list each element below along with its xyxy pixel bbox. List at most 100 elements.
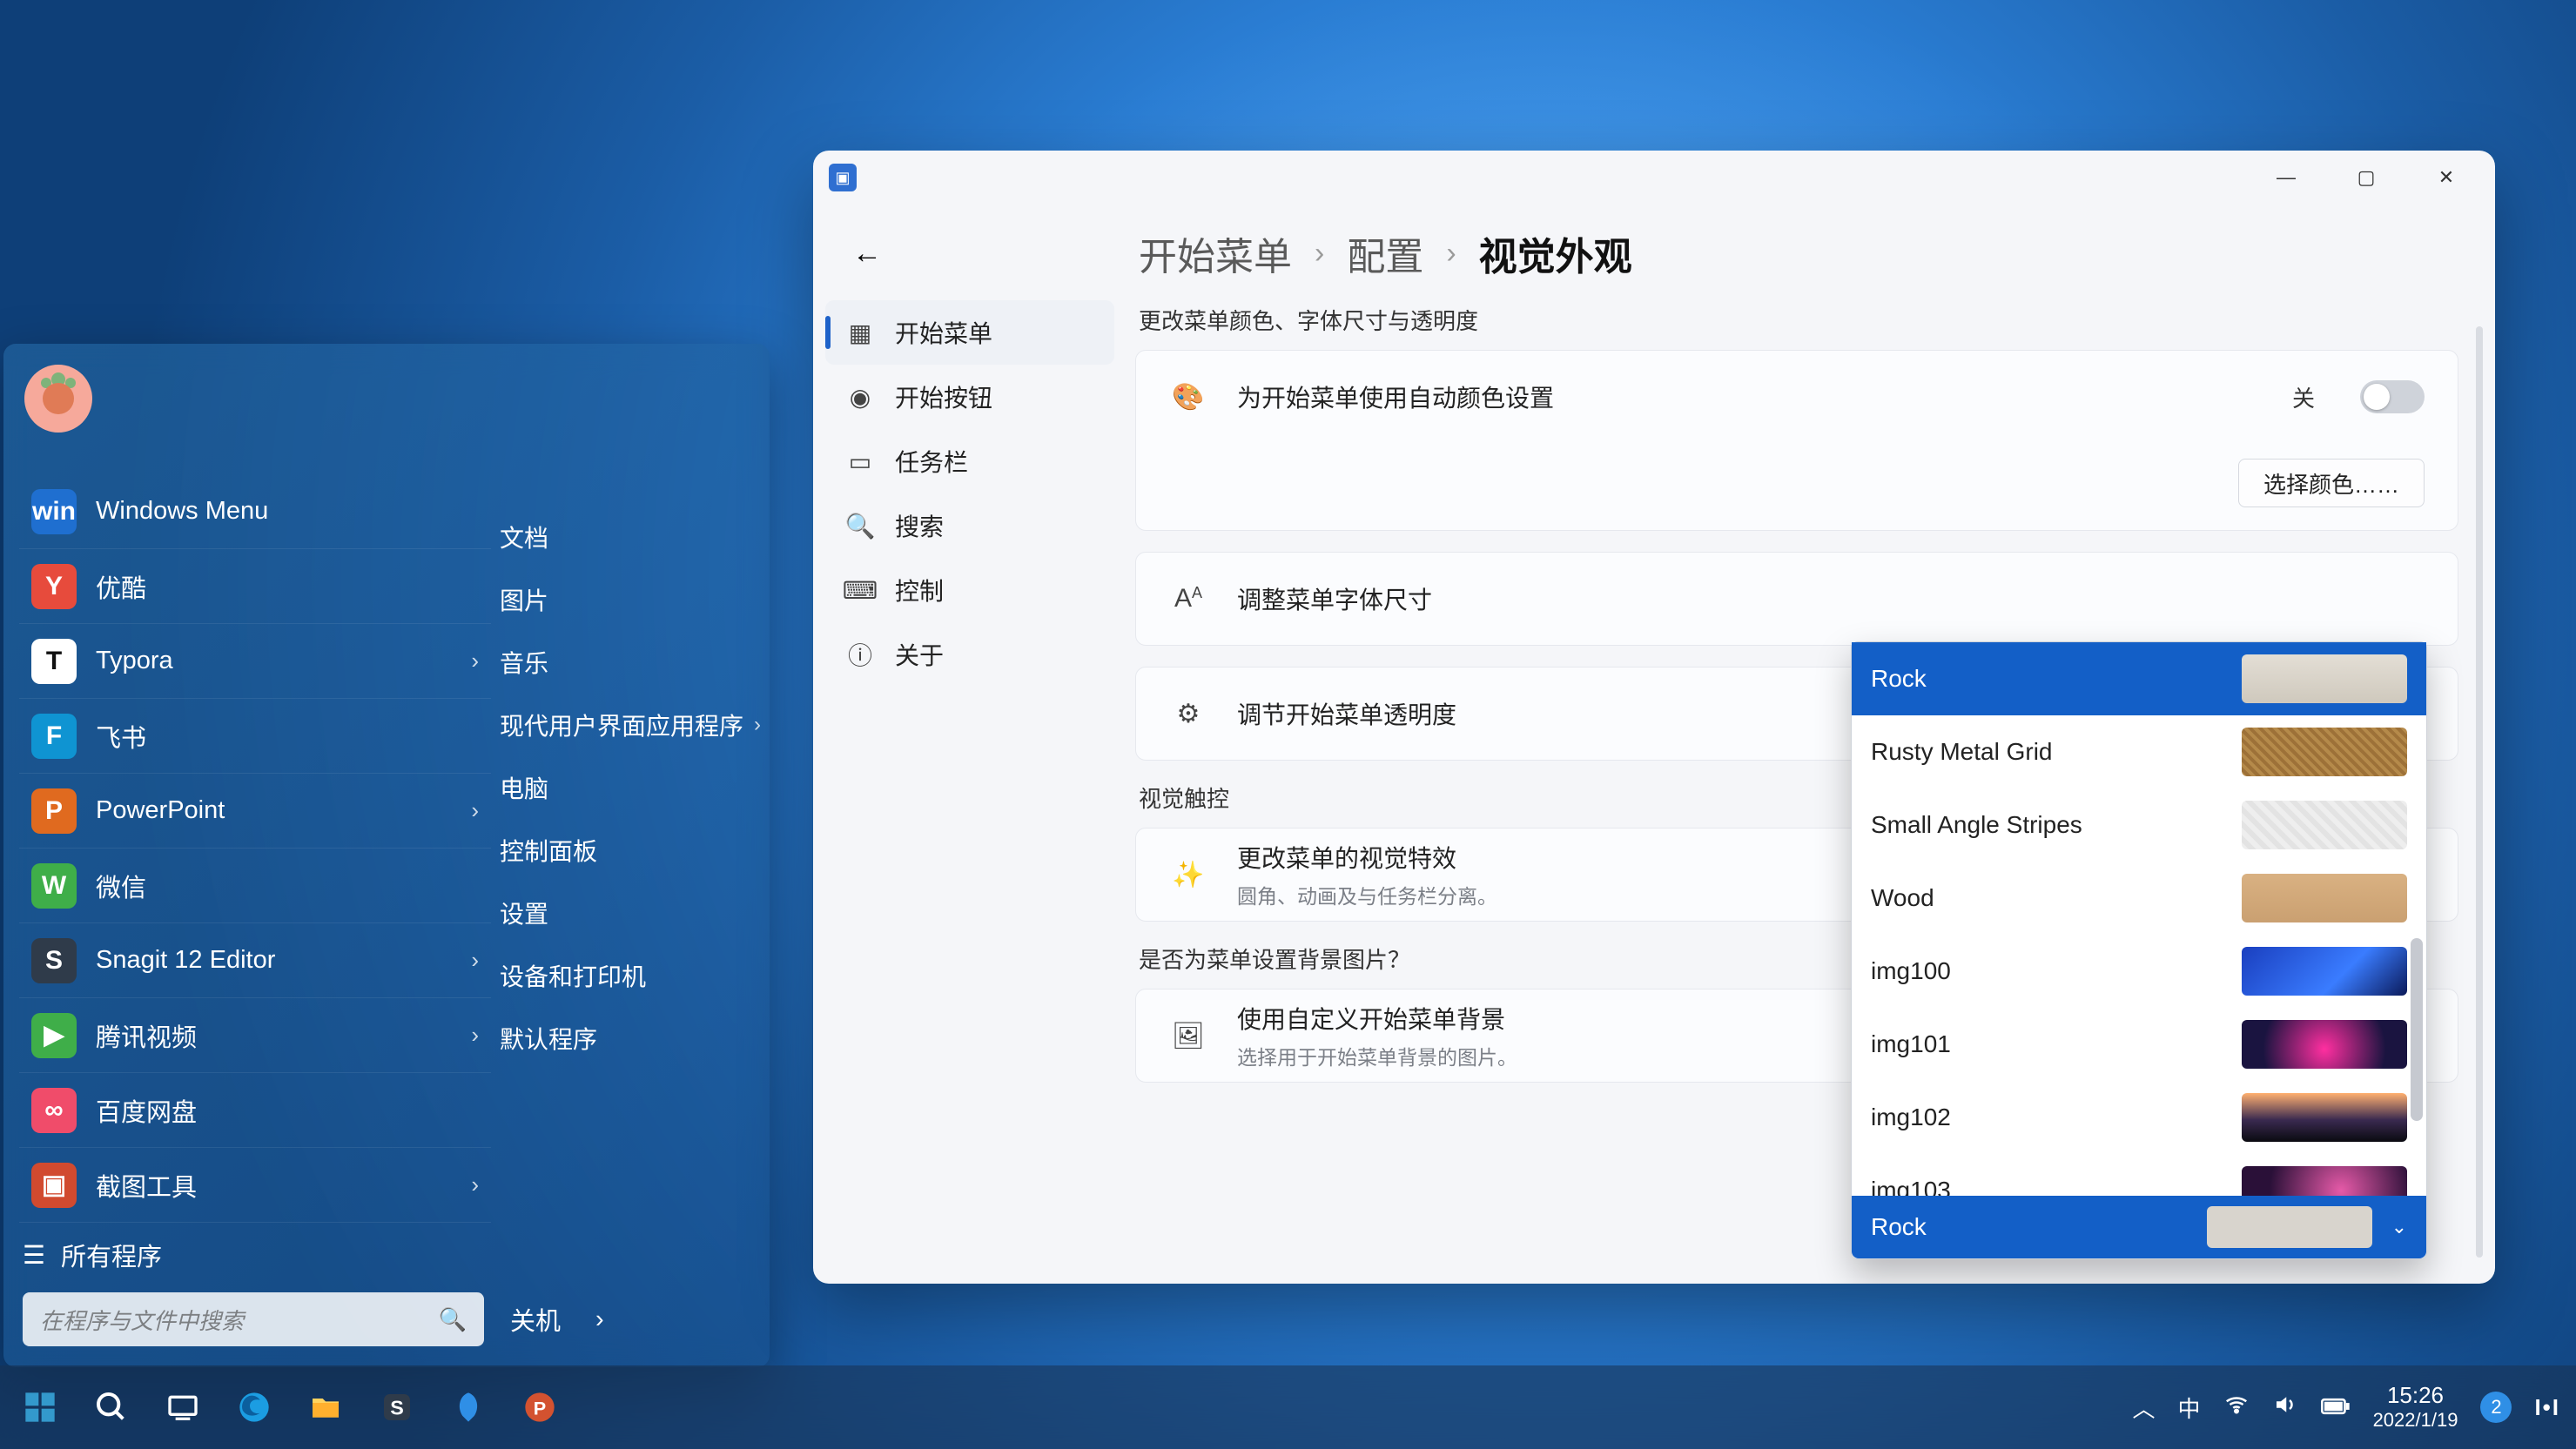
start-app-item[interactable]: PPowerPoint›: [19, 774, 491, 849]
nav-icon: 🔍: [844, 510, 876, 541]
app-icon: W: [31, 863, 77, 909]
taskbar-edge-icon[interactable]: [230, 1383, 279, 1432]
nav-icon: ◉: [844, 381, 876, 413]
taskbar-snagit-icon[interactable]: S: [373, 1383, 421, 1432]
option-label: Wood: [1871, 884, 1934, 912]
power-button[interactable]: 关机 ›: [510, 1292, 604, 1346]
swatch: [2242, 1093, 2407, 1142]
start-app-item[interactable]: ▣截图工具›: [19, 1148, 491, 1223]
dropdown-option[interactable]: Rusty Metal Grid: [1852, 715, 2426, 788]
nav-item[interactable]: ▭任务栏: [825, 429, 1114, 493]
nav-item[interactable]: ⓘ关于: [825, 622, 1114, 687]
auto-color-label: 为开始菜单使用自动颜色设置: [1237, 379, 1554, 414]
nav-label: 开始菜单: [895, 315, 992, 350]
start-app-item[interactable]: ∞百度网盘: [19, 1073, 491, 1148]
dropdown-selected[interactable]: Rock ⌄: [1852, 1196, 2426, 1258]
app-icon: S: [31, 938, 77, 983]
auto-color-toggle[interactable]: [2360, 380, 2425, 413]
battery-icon[interactable]: [2321, 1394, 2351, 1421]
chevron-right-icon: ›: [471, 647, 479, 674]
start-place-item[interactable]: 音乐: [491, 631, 770, 694]
dropdown-option[interactable]: img103: [1852, 1154, 2426, 1196]
start-place-item[interactable]: 图片: [491, 568, 770, 631]
place-label: 设置: [500, 896, 548, 930]
section-title: 更改菜单颜色、字体尺寸与透明度: [1139, 304, 2458, 336]
ime-indicator[interactable]: 中: [2178, 1392, 2201, 1424]
start-place-item[interactable]: 默认程序: [491, 1007, 770, 1070]
scrollbar-thumb[interactable]: [2411, 938, 2423, 1121]
all-programs[interactable]: ☰ 所有程序: [23, 1237, 162, 1273]
wifi-icon[interactable]: [2223, 1392, 2250, 1424]
nav-icon: ▭: [844, 446, 876, 477]
dropdown-option[interactable]: Wood: [1852, 862, 2426, 935]
start-app-item[interactable]: W微信: [19, 849, 491, 923]
swatch: [2242, 801, 2407, 849]
dropdown-option[interactable]: Small Angle Stripes: [1852, 788, 2426, 862]
start-place-item[interactable]: 设备和打印机: [491, 944, 770, 1007]
dropdown-option[interactable]: img100: [1852, 935, 2426, 1008]
tray-chevron-icon[interactable]: ︿: [2133, 1392, 2156, 1424]
taskbar-taskview-icon[interactable]: [158, 1383, 207, 1432]
start-app-item[interactable]: TTypora›: [19, 624, 491, 699]
nav-item[interactable]: ◉ 开始按钮: [825, 365, 1114, 429]
dropdown-option[interactable]: Rock: [1852, 642, 2426, 715]
maximize-button[interactable]: ▢: [2326, 151, 2406, 205]
brand-icon[interactable]: I•I: [2534, 1394, 2560, 1421]
back-button[interactable]: ←: [841, 227, 893, 279]
nav-item[interactable]: ▦开始菜单: [825, 300, 1114, 365]
taskbar-search-icon[interactable]: [87, 1383, 136, 1432]
crumb-config[interactable]: 配置: [1347, 225, 1423, 281]
start-menu-places-column: 文档图片音乐现代用户界面应用程序›电脑控制面板设置设备和打印机默认程序: [491, 474, 770, 1228]
crumb-start[interactable]: 开始菜单: [1139, 225, 1292, 281]
nav-label: 开始按钮: [895, 379, 992, 414]
start-app-item[interactable]: SSnagit 12 Editor›: [19, 923, 491, 998]
date: 2022/1/19: [2373, 1409, 2458, 1431]
power-label: 关机: [510, 1301, 561, 1338]
font-size-icon: AA: [1169, 584, 1207, 614]
clock[interactable]: 15:26 2022/1/19: [2373, 1383, 2458, 1431]
start-app-item[interactable]: ▶腾讯视频›: [19, 998, 491, 1073]
chevron-right-icon: ›: [471, 1171, 479, 1198]
app-label: PowerPoint: [96, 796, 225, 825]
app-icon: Y: [31, 564, 77, 609]
app-icon: ▶: [31, 1013, 77, 1058]
nav-item[interactable]: 🔍搜索: [825, 493, 1114, 558]
swatch: [2242, 728, 2407, 776]
dropdown-option[interactable]: img102: [1852, 1081, 2426, 1154]
start-app-item[interactable]: winWindows Menu: [19, 474, 491, 549]
place-label: 音乐: [500, 645, 548, 680]
user-avatar[interactable]: [24, 365, 92, 433]
start-place-item[interactable]: 设置: [491, 882, 770, 944]
background-dropdown: RockRusty Metal GridSmall Angle Stripes W…: [1851, 641, 2427, 1259]
choose-color-button[interactable]: 选择颜色……: [2238, 459, 2425, 507]
start-menu-apps-column: winWindows MenuY优酷TTypora›F飞书PPowerPoint…: [3, 474, 491, 1228]
dropdown-option[interactable]: img101: [1852, 1008, 2426, 1081]
nav-icon: ⓘ: [844, 639, 876, 670]
taskbar-explorer-icon[interactable]: [301, 1383, 350, 1432]
start-place-item[interactable]: 控制面板: [491, 819, 770, 882]
start-place-item[interactable]: 文档: [491, 506, 770, 568]
chevron-right-icon: ›: [1315, 237, 1324, 271]
start-search-input[interactable]: 在程序与文件中搜索 🔍: [23, 1292, 484, 1346]
taskbar-start-icon[interactable]: [16, 1383, 64, 1432]
app-icon: ▣: [31, 1163, 77, 1208]
titlebar[interactable]: ▣ — ▢ ✕: [813, 151, 2495, 205]
start-app-item[interactable]: Y优酷: [19, 549, 491, 624]
volume-icon[interactable]: [2272, 1392, 2298, 1424]
sparkle-icon: ✨: [1169, 860, 1207, 890]
main-scrollbar[interactable]: [2476, 326, 2483, 1258]
start-app-item[interactable]: F飞书: [19, 699, 491, 774]
notification-badge[interactable]: 2: [2480, 1392, 2512, 1423]
all-programs-label: 所有程序: [61, 1237, 162, 1273]
close-button[interactable]: ✕: [2406, 151, 2486, 205]
start-place-item[interactable]: 电脑: [491, 756, 770, 819]
font-size-card[interactable]: AA 调整菜单字体尺寸: [1135, 552, 2458, 646]
palette-icon: 🎨: [1169, 382, 1207, 413]
minimize-button[interactable]: —: [2246, 151, 2326, 205]
vfx-label: 更改菜单的视觉特效: [1237, 840, 1497, 875]
start-place-item[interactable]: 现代用户界面应用程序›: [491, 694, 770, 756]
taskbar-cortana-icon[interactable]: [444, 1383, 493, 1432]
nav-item[interactable]: ⌨控制: [825, 558, 1114, 622]
taskbar-powerpoint-icon[interactable]: P: [515, 1383, 564, 1432]
place-label: 设备和打印机: [500, 958, 646, 993]
